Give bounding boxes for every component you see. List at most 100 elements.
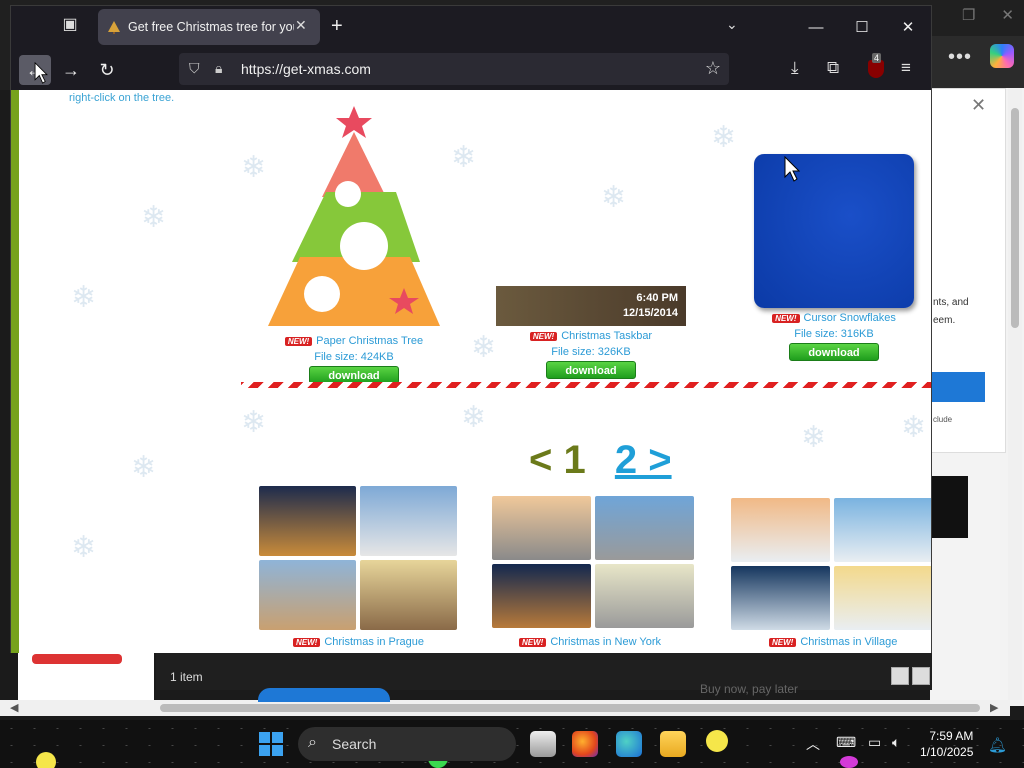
- gallery-thumb[interactable]: [360, 486, 457, 556]
- download-title-text[interactable]: Paper Christmas Tree: [316, 335, 423, 347]
- new-badge: NEW!: [769, 638, 797, 647]
- keyboard-icon[interactable]: ⌨: [836, 734, 856, 751]
- firefox-taskbar-icon[interactable]: [572, 731, 598, 757]
- downloads-icon[interactable]: ⤓: [791, 58, 799, 78]
- gallery-thumb[interactable]: [595, 564, 694, 628]
- file-explorer-taskbar-icon[interactable]: [660, 731, 686, 757]
- address-bar[interactable]: ⛉ 🔒︎ https://get-xmas.com ☆: [179, 53, 729, 85]
- gallery-label[interactable]: NEW! Christmas in Village: [769, 636, 897, 648]
- download-title-text[interactable]: Cursor Snowflakes: [804, 312, 896, 324]
- snowflake-icon: ❄: [471, 331, 497, 364]
- menu-icon[interactable]: ≡: [901, 58, 911, 78]
- mouse-cursor-icon: [34, 62, 48, 84]
- download-title[interactable]: NEW! Cursor Snowflakes: [753, 312, 915, 324]
- current-page: < 1: [529, 438, 586, 482]
- gallery-thumb[interactable]: [595, 496, 694, 560]
- gallery-thumb[interactable]: [834, 498, 931, 562]
- download-title[interactable]: NEW! Christmas Taskbar: [495, 330, 687, 342]
- bookmark-star-icon[interactable]: ☆: [705, 58, 721, 79]
- more-menu-icon[interactable]: •••: [948, 46, 972, 69]
- panel-button[interactable]: [931, 372, 985, 402]
- background-restore-icon[interactable]: ❐: [962, 6, 975, 24]
- background-button[interactable]: [258, 688, 390, 702]
- snowflakes-preview-image: [754, 154, 914, 308]
- taskbar-preview-image: 6:40 PM 12/15/2014: [496, 286, 686, 326]
- vertical-scrollbar[interactable]: [1008, 88, 1022, 700]
- download-button[interactable]: download: [546, 361, 636, 379]
- url-text[interactable]: https://get-xmas.com: [241, 61, 371, 77]
- scrollbar-thumb[interactable]: [160, 704, 980, 712]
- tab-list-icon[interactable]: ▣: [55, 14, 85, 40]
- details-view-icon[interactable]: [891, 667, 909, 685]
- minimize-icon[interactable]: —: [793, 6, 839, 48]
- gallery-thumb[interactable]: [731, 498, 830, 562]
- gallery-label-text[interactable]: Christmas in Prague: [324, 636, 424, 648]
- download-card-christmas-taskbar: 6:40 PM 12/15/2014 NEW! Christmas Taskbar…: [495, 286, 687, 379]
- gallery-thumb[interactable]: [492, 496, 591, 560]
- gallery-village[interactable]: [731, 498, 931, 630]
- gallery-thumb[interactable]: [259, 486, 356, 556]
- gallery-label[interactable]: NEW! Christmas in New York: [519, 636, 661, 648]
- download-title[interactable]: NEW! Paper Christmas Tree: [259, 335, 449, 347]
- clock-time: 7:59 AM: [929, 729, 974, 743]
- panel-text-3: clude: [933, 415, 953, 424]
- reload-button[interactable]: ↻: [91, 55, 123, 85]
- ublock-extension-icon[interactable]: 4: [868, 53, 884, 78]
- gallery-thumb[interactable]: [360, 560, 457, 630]
- panel-text-1: nts, and: [933, 297, 969, 308]
- background-close-icon[interactable]: ✕: [1001, 6, 1014, 24]
- tracking-shield-icon[interactable]: ⛉: [189, 60, 200, 77]
- volume-icon[interactable]: 🔈︎: [892, 734, 900, 751]
- start-button[interactable]: [259, 732, 283, 756]
- search-icon: ⌕: [308, 734, 317, 751]
- next-page-link[interactable]: 2 >: [615, 438, 672, 482]
- scroll-left-icon[interactable]: ◀: [10, 701, 18, 714]
- panel-close-icon[interactable]: ✕: [971, 95, 986, 116]
- gallery-label[interactable]: NEW! Christmas in Prague: [293, 636, 424, 648]
- tab-title: Get free Christmas tree for your desktop: [128, 20, 294, 34]
- download-card-paper-tree: NEW! Paper Christmas Tree File size: 424K…: [259, 102, 449, 384]
- download-title-text[interactable]: Christmas Taskbar: [561, 330, 652, 342]
- gallery-label-text[interactable]: Christmas in New York: [550, 636, 661, 648]
- tab-close-icon[interactable]: ✕: [295, 17, 307, 34]
- background-panel: ✕ nts, and eem. clude: [930, 88, 1006, 453]
- scroll-right-icon[interactable]: ▶: [990, 701, 998, 714]
- search-placeholder: Search: [332, 736, 377, 752]
- show-hidden-icons-icon[interactable]: ︿: [806, 734, 820, 754]
- view-toggle[interactable]: [891, 667, 930, 685]
- gallery-thumb[interactable]: [834, 566, 931, 630]
- gallery-thumb[interactable]: [259, 560, 356, 630]
- extension-badge: 4: [872, 53, 882, 63]
- taskbar-search[interactable]: ⌕ Search: [298, 727, 516, 761]
- gallery-label-text[interactable]: Christmas in Village: [800, 636, 897, 648]
- gallery-prague[interactable]: [259, 486, 457, 630]
- gallery-thumb[interactable]: [492, 564, 591, 628]
- copilot-icon[interactable]: [990, 44, 1014, 68]
- download-button[interactable]: download: [789, 343, 879, 361]
- notification-bell-icon[interactable]: 🔔︎: [988, 736, 1007, 754]
- mouse-cursor-icon: [784, 156, 800, 182]
- new-tab-icon[interactable]: +: [331, 15, 343, 38]
- windows-taskbar: ⌕ Search ︿ ⌨ ▭ 🔈︎ 7:59 AM 1/10/2025 🔔︎: [0, 720, 1024, 768]
- network-icon[interactable]: ▭: [868, 734, 881, 751]
- edge-taskbar-icon[interactable]: [616, 731, 642, 757]
- lock-icon[interactable]: 🔒︎: [215, 60, 222, 77]
- scrollbar-thumb[interactable]: [1011, 108, 1019, 328]
- list-all-tabs-icon[interactable]: ⌄: [726, 16, 738, 33]
- horizontal-scrollbar[interactable]: ◀ ▶: [0, 700, 1010, 716]
- file-size: File size: 424KB: [314, 351, 394, 363]
- maximize-icon[interactable]: ☐: [839, 6, 885, 48]
- forward-button[interactable]: →: [55, 55, 87, 85]
- task-view-icon[interactable]: [530, 731, 556, 757]
- snowflake-icon: ❄: [901, 411, 927, 444]
- close-window-icon[interactable]: ✕: [885, 6, 931, 48]
- extensions-icon[interactable]: ⧉: [827, 58, 839, 78]
- snowflake-icon: ❄: [141, 201, 167, 234]
- gallery-new-york[interactable]: [492, 496, 694, 628]
- gallery-thumb[interactable]: [731, 566, 830, 630]
- new-badge: NEW!: [284, 337, 313, 346]
- tiles-view-icon[interactable]: [912, 667, 930, 685]
- active-tab[interactable]: Get free Christmas tree for your desktop…: [98, 9, 320, 45]
- page-left-border: [11, 90, 19, 653]
- system-clock[interactable]: 7:59 AM 1/10/2025: [920, 728, 973, 760]
